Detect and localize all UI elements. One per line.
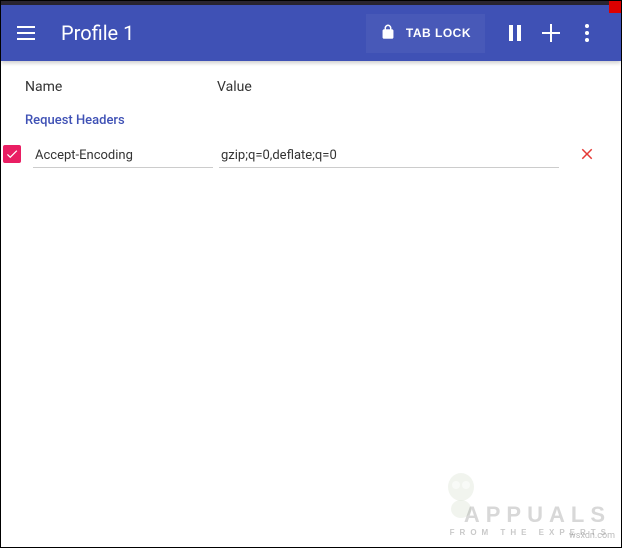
plus-icon (542, 24, 560, 42)
header-name-text: Accept-Encoding (35, 148, 133, 163)
header-value-text: gzip;q=0,deflate;q=0 (221, 148, 337, 163)
request-headers-section-label: Request Headers (21, 113, 601, 128)
column-headers: Name Value (21, 79, 601, 95)
lock-icon (380, 22, 396, 45)
watermark-text: APPUALS FROM THE EXPERTS (450, 502, 611, 537)
pause-icon (509, 25, 521, 41)
checkmark-icon (5, 147, 19, 161)
column-header-value: Value (217, 79, 601, 95)
app-header: Profile 1 TAB LOCK (1, 5, 621, 61)
profile-title: Profile 1 (61, 21, 366, 45)
watermark-domain: wsxdn.com (569, 531, 615, 541)
content-area: Name Value Request Headers Accept-Encodi… (1, 61, 621, 186)
column-header-name: Name (25, 79, 217, 95)
header-value-input[interactable]: gzip;q=0,deflate;q=0 (219, 140, 559, 168)
add-button[interactable] (533, 15, 569, 51)
close-icon (578, 145, 596, 163)
more-options-button[interactable] (569, 15, 605, 51)
vertical-dots-icon (585, 24, 589, 42)
header-name-input[interactable]: Accept-Encoding (33, 140, 213, 168)
watermark-sub: FROM THE EXPERTS (450, 528, 611, 537)
watermark-main: APPUALS (464, 502, 611, 527)
hamburger-menu-icon[interactable] (17, 21, 41, 45)
row-enable-checkbox[interactable] (3, 145, 21, 163)
header-row: Accept-Encoding gzip;q=0,deflate;q=0 (21, 140, 601, 168)
tab-lock-button[interactable]: TAB LOCK (366, 14, 485, 53)
watermark-mascot (441, 469, 481, 519)
window-close-corner[interactable] (609, 1, 621, 13)
pause-button[interactable] (497, 15, 533, 51)
tab-lock-label: TAB LOCK (406, 26, 471, 40)
delete-row-button[interactable] (573, 140, 601, 168)
